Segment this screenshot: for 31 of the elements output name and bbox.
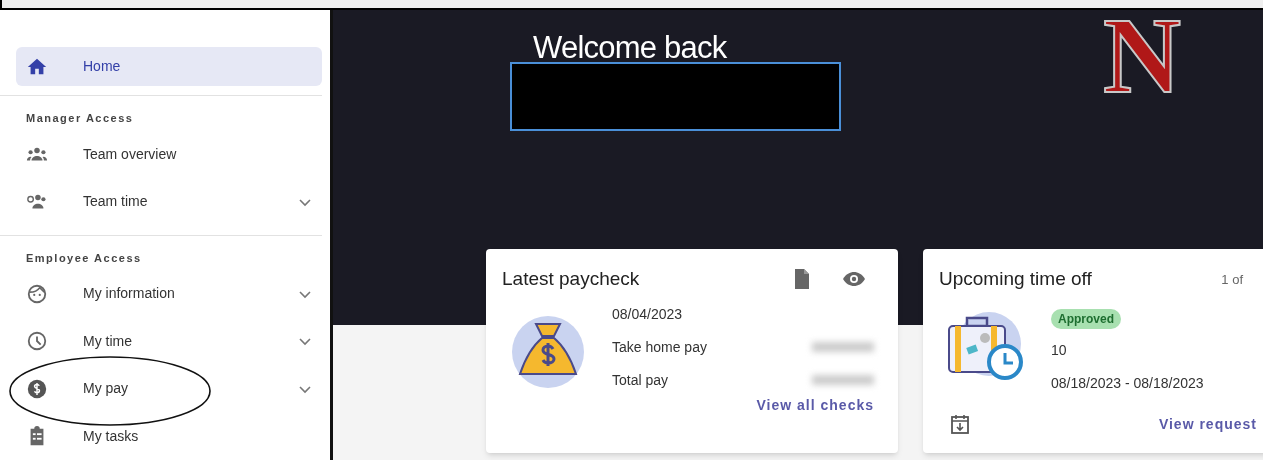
status-badge: Approved	[1051, 308, 1121, 329]
eye-icon[interactable]	[842, 270, 866, 289]
nav-item[interactable]: Home	[16, 47, 322, 87]
face-icon	[26, 282, 48, 305]
nav-item[interactable]: Team overview	[16, 130, 322, 179]
clock-icon	[26, 330, 48, 352]
blurred-amount	[812, 342, 874, 352]
pay-label: Take home pay	[612, 337, 707, 357]
nav-item[interactable]: My information	[16, 270, 322, 318]
nav-item[interactable]: Team time	[16, 178, 322, 226]
pay-date: 08/04/2023	[612, 304, 684, 324]
document-icon[interactable]	[792, 268, 812, 291]
nav-item[interactable]: My tasks	[16, 412, 322, 460]
welcome-heading: Welcome back	[533, 29, 727, 67]
calendar-download-icon[interactable]	[951, 414, 969, 434]
hours-text: 10	[1051, 340, 1068, 360]
pager-text: 1 of	[1221, 270, 1243, 289]
nav-item[interactable]: My time	[16, 317, 322, 365]
view-request-link[interactable]: View request	[1158, 413, 1257, 435]
nav-item[interactable]: My pay	[16, 364, 322, 413]
section-heading: Employee Access	[26, 250, 143, 266]
view-all-checks-link[interactable]: View all checks	[756, 394, 874, 416]
section-heading: Manager Access	[26, 111, 135, 127]
pay-label: Total pay	[612, 370, 669, 390]
blurred-amount	[812, 375, 874, 385]
dollar-icon	[26, 377, 48, 400]
card-title: Latest paycheck	[502, 267, 640, 291]
money-bag-icon	[510, 313, 586, 390]
card-title: Upcoming time off	[939, 267, 1092, 291]
logo: N	[1103, 10, 1181, 110]
date-range: 08/18/2023 - 08/18/2023	[1051, 373, 1204, 393]
